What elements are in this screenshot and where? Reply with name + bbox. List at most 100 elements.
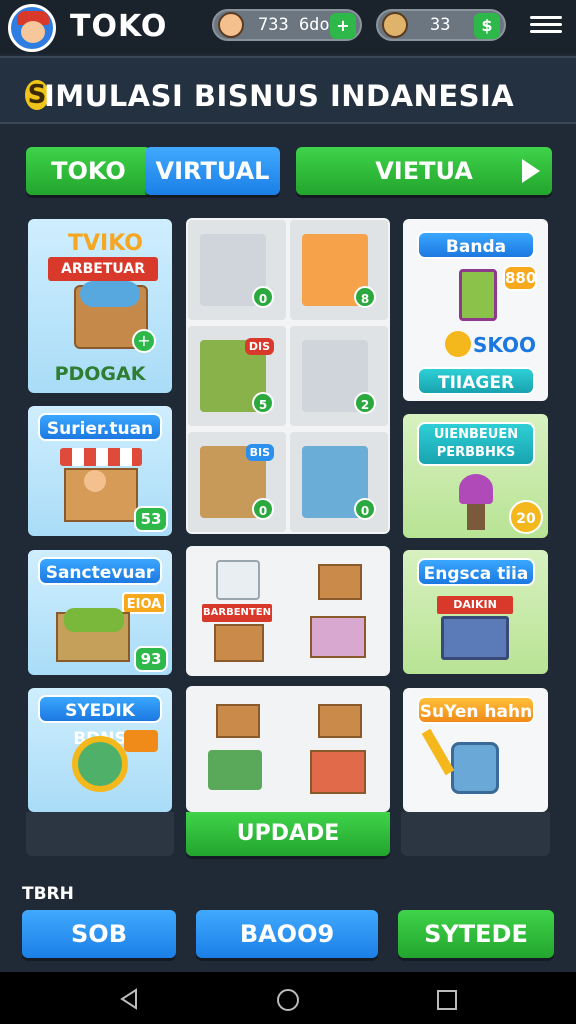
player-avatar[interactable] <box>8 4 56 52</box>
label-bubble-icon <box>124 730 158 752</box>
play-arrow-icon <box>522 159 540 183</box>
left-card-footer <box>26 812 174 856</box>
currency-1-value: 733 6do <box>258 15 330 35</box>
tile-badge: 0 <box>252 286 274 308</box>
tile-badge: 5 <box>252 392 274 414</box>
box-icon <box>214 624 264 662</box>
gift-box-icon <box>310 616 366 658</box>
card-tviko-title: TVIKO <box>68 231 143 256</box>
item-tile-crate[interactable]: 0 <box>290 432 388 532</box>
tab-vietua[interactable]: VIETUA <box>296 147 552 195</box>
card-tviko-footer: PDOGAK <box>54 363 146 385</box>
stand-leg-icon <box>467 504 485 530</box>
box-icon <box>318 704 362 738</box>
card-surier-tag: Surier.tuan <box>38 413 162 441</box>
goods-pile-icon <box>80 281 140 307</box>
shop-card-suyen[interactable]: SuYen hahn <box>403 688 548 812</box>
shop-card-engsca[interactable]: Engsca tiia DAIKIN <box>403 550 548 674</box>
item-tile-goods[interactable]: BIS 0 <box>188 432 286 532</box>
card-suyen-tag: SuYen hahn <box>417 696 535 724</box>
shop-front-icon <box>441 616 509 660</box>
package-icon <box>216 560 260 600</box>
menu-line-icon <box>530 30 562 33</box>
tile-badge: 0 <box>354 498 376 520</box>
house-icon <box>459 269 497 321</box>
card-sanctevuar-badge: 93 <box>134 646 168 672</box>
item-tile-cart[interactable]: 0 <box>188 220 286 320</box>
tile-badge: 2 <box>354 392 376 414</box>
lamp-stall-icon <box>459 474 493 504</box>
system-nav-bar <box>0 972 576 1024</box>
card-syedik-tag: SYEDIK BDNS <box>38 695 162 749</box>
avatar-face <box>21 21 45 43</box>
add-currency-2-button[interactable]: $ <box>474 13 500 39</box>
tile-badge: 0 <box>252 498 274 520</box>
hamburger-menu-button[interactable] <box>530 12 562 40</box>
action-button-sob[interactable]: SOB <box>22 910 176 958</box>
item-tile-market[interactable]: 8 <box>290 220 388 320</box>
card-uienbeuen-coin: 20 <box>509 500 543 534</box>
item-tile-worker[interactable]: 2 <box>290 326 388 426</box>
card-banda-tag: Banda <box>417 231 535 259</box>
medal-icon <box>72 736 128 792</box>
item-grid-panel: 0 8 DIS 5 2 BIS 0 0 <box>186 218 390 534</box>
add-icon[interactable]: + <box>132 329 156 353</box>
tile-label: DIS <box>244 338 274 355</box>
game-title-banner: S IMULASI BISNUS INDANESIA <box>0 56 576 124</box>
card-sanctevuar-tag: Sanctevuar <box>38 557 162 585</box>
card-tviko-banner: ARBETUAR <box>48 257 158 281</box>
sun-coin-icon <box>445 331 471 357</box>
back-triangle-icon[interactable] <box>118 988 140 1010</box>
tile-badge: 8 <box>354 286 376 308</box>
shop-card-tviko[interactable]: TVIKO ARBETUAR + PDOGAK <box>28 219 172 393</box>
add-currency-1-button[interactable]: + <box>330 13 356 39</box>
home-circle-icon[interactable] <box>276 988 300 1012</box>
action-button-sytede[interactable]: SYTEDE <box>398 910 554 958</box>
red-box-icon <box>310 750 366 794</box>
menu-line-icon <box>530 16 562 19</box>
item-panel-3 <box>186 686 390 812</box>
shop-card-uienbeuen[interactable]: UIENBEUEN PERBBHKS 20 <box>403 414 548 538</box>
shop-card-sanctevuar[interactable]: Sanctevuar EIOA 93 <box>28 550 172 675</box>
card-surier-badge: 53 <box>134 506 168 532</box>
bottom-section-label: TBRH <box>22 884 74 904</box>
app-title: TOKO <box>70 9 168 44</box>
menu-line-icon <box>530 23 562 26</box>
tab-virtual[interactable]: VIRTUAL <box>145 147 280 195</box>
right-card-footer <box>401 812 550 856</box>
game-title: IMULASI BISNUS INDANESIA <box>44 79 515 113</box>
tab-vietua-label: VIETUA <box>375 157 473 185</box>
awning-icon <box>60 448 142 466</box>
box-icon <box>216 704 260 738</box>
shop-card-banda[interactable]: Banda 880 SKOO TIIAGER <box>403 219 548 401</box>
top-bar: TOKO 733 6do + 33 $ <box>0 0 576 54</box>
card-banda-badge: 880 <box>503 265 537 291</box>
suitcase-icon <box>451 742 499 794</box>
card-uienbeuen-tag: UIENBEUEN PERBBHKS <box>417 422 535 466</box>
card-banda-footer-tag: TIIAGER <box>417 367 535 395</box>
box-icon <box>318 564 362 600</box>
card-sanctevuar-sign: EIOA <box>122 592 166 614</box>
handle-icon <box>421 728 455 776</box>
update-button[interactable]: UPDADE <box>186 812 390 856</box>
cloth-pile-icon <box>64 608 124 632</box>
currency-pill-1: 733 6do + <box>212 9 362 41</box>
card-engsca-tag: Engsca tiia <box>417 558 535 586</box>
item-tile-basket[interactable]: DIS 5 <box>188 326 286 426</box>
currency-avatar-icon <box>218 12 244 38</box>
currency-2-value: 33 <box>430 15 451 35</box>
tab-toko[interactable]: TOKO <box>26 147 151 195</box>
item-panel-2: BARBENTEN <box>186 546 390 676</box>
tile-label: BIS <box>245 444 274 461</box>
card-engsca-sign: DAIKIN <box>437 596 513 614</box>
card-banda-stat: SKOO <box>473 333 537 357</box>
shop-card-syedik[interactable]: SYEDIK BDNS <box>28 688 172 812</box>
currency-pill-2: 33 $ <box>376 9 506 41</box>
currency-avatar-2-icon <box>382 12 408 38</box>
recents-square-icon[interactable] <box>436 989 458 1011</box>
shop-card-surier[interactable]: Surier.tuan 53 <box>28 406 172 536</box>
action-button-baoo9[interactable]: BAOO9 <box>196 910 378 958</box>
produce-basket-icon <box>208 750 262 790</box>
shop-sign: BARBENTEN <box>202 604 272 622</box>
shopkeeper-icon <box>84 470 106 492</box>
